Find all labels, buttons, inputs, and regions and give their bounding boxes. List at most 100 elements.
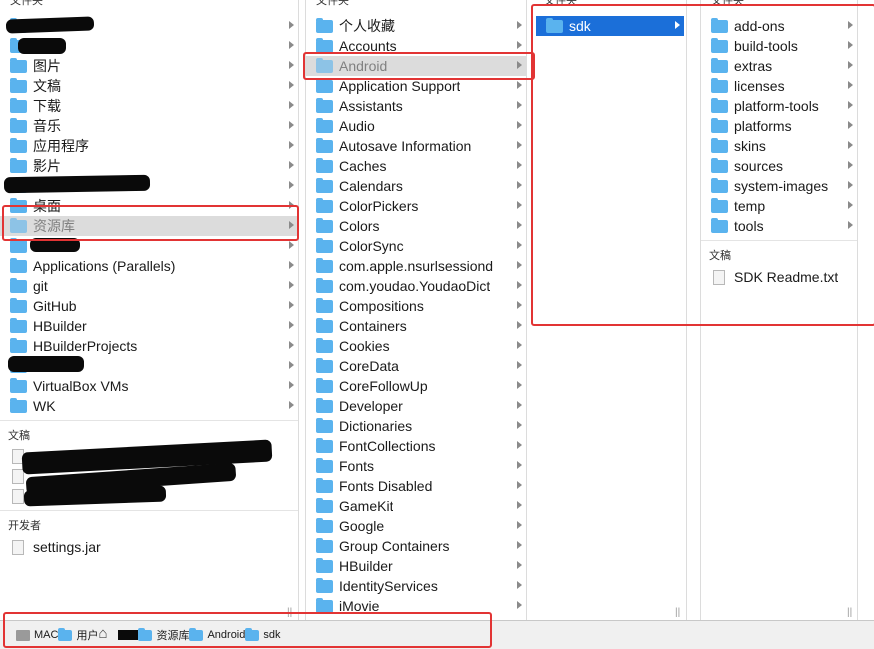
chevron-right-icon [517,301,522,309]
list-item[interactable]: licenses [701,76,857,96]
list-item[interactable]: ColorSync [306,236,526,256]
list-item[interactable]: Dictionaries [306,416,526,436]
folder-icon [10,197,27,213]
list-item[interactable]: Fonts Disabled [306,476,526,496]
folder-icon [711,217,728,233]
folder-icon [711,117,728,133]
list-item[interactable]: sources [701,156,857,176]
list-item[interactable]: system-images [701,176,857,196]
list-item[interactable]: 图片 [0,56,298,76]
column-library[interactable]: 文件夹 个人收藏 Accounts Android Application Suppo… [305,0,527,620]
resize-handle[interactable]: || [675,607,680,618]
list-item-label: HBuilderProjects [33,338,138,354]
list-item[interactable]: Audio [306,116,526,136]
list-item-label: Developer [339,398,403,414]
breadcrumb-item[interactable] [98,625,139,642]
list-item[interactable]: Fonts [306,456,526,476]
list-item-label: CoreData [339,358,399,374]
chevron-right-icon [289,21,294,29]
chevron-right-icon [517,561,522,569]
list-item[interactable]: 个人收藏 [306,16,526,36]
folder-icon [10,57,27,73]
list-item[interactable]: temp [701,196,857,216]
list-item[interactable]: Applications (Parallels) [0,256,298,276]
list-item[interactable]: Assistants [306,96,526,116]
list-item-selected[interactable]: Android [306,56,526,76]
list-item[interactable]: Group Containers [306,536,526,556]
breadcrumb-item[interactable]: 资源库 [138,627,189,643]
list-item[interactable]: 音乐 [0,116,298,136]
list-item[interactable]: git [0,276,298,296]
list-item[interactable]: GameKit [306,496,526,516]
chevron-right-icon [517,381,522,389]
list-item[interactable]: Developer [306,396,526,416]
column-home[interactable]: 文件夹 图片 文稿 下载 音乐 应用程序 影片 桌面 资源库 Applicati… [0,0,299,620]
list-item[interactable]: com.youdao.YoudaoDict [306,276,526,296]
list-item[interactable]: HBuilder [0,316,298,336]
breadcrumb-item[interactable]: Android [189,627,246,641]
folder-icon [10,97,27,113]
list-item[interactable]: Containers [306,316,526,336]
list-item-selected[interactable]: 资源库 [0,216,298,236]
list-item-label: licenses [734,78,785,94]
breadcrumb-label: Android [207,629,246,641]
chevron-right-icon [517,401,522,409]
list-item[interactable]: GitHub [0,296,298,316]
list-item[interactable]: 影片 [0,156,298,176]
folder-icon [316,157,333,173]
list-item-label: 应用程序 [33,138,89,154]
column-header: 文件夹 [711,0,744,7]
list-item[interactable]: skins [701,136,857,156]
list-item[interactable]: 文稿 [0,76,298,96]
list-item[interactable]: platform-tools [701,96,857,116]
list-item[interactable]: WK [0,396,298,416]
list-item-label: Compositions [339,298,424,314]
list-item-label: iMovie [339,598,380,614]
file-item[interactable]: SDK Readme.txt [701,267,857,287]
list-item[interactable]: Autosave Information [306,136,526,156]
list-item-label: Assistants [339,98,403,114]
list-item[interactable]: 应用程序 [0,136,298,156]
list-item[interactable]: platforms [701,116,857,136]
list-item[interactable]: build-tools [701,36,857,56]
list-item[interactable]: tools [701,216,857,236]
list-item[interactable]: HBuilderProjects [0,336,298,356]
list-item[interactable]: Caches [306,156,526,176]
chevron-right-icon [517,41,522,49]
list-item[interactable]: ColorPickers [306,196,526,216]
breadcrumb-label: 资源库 [156,630,190,642]
list-item[interactable]: Calendars [306,176,526,196]
breadcrumb-item[interactable]: MAC [16,629,58,641]
list-item-selected[interactable]: sdk [536,16,684,36]
chevron-right-icon [517,81,522,89]
breadcrumb-item[interactable]: sdk [245,627,281,641]
list-item[interactable]: Compositions [306,296,526,316]
list-item[interactable]: Application Support [306,76,526,96]
column-sdk[interactable]: 文件夹 add-ons build-tools extras licenses plat… [700,0,858,620]
list-item[interactable]: CoreData [306,356,526,376]
resize-handle[interactable]: || [847,607,852,618]
resize-handle[interactable]: || [287,607,292,618]
list-item[interactable]: Colors [306,216,526,236]
chevron-right-icon [289,141,294,149]
breadcrumb-item[interactable]: 用户 [58,627,98,643]
folder-icon [316,477,333,493]
list-item[interactable]: 下载 [0,96,298,116]
column-android[interactable]: 文件夹 sdk || [534,0,687,620]
list-item[interactable]: FontCollections [306,436,526,456]
list-item-label: add-ons [734,18,785,34]
list-item[interactable]: HBuilder [306,556,526,576]
list-item[interactable]: com.apple.nsurlsessiond [306,256,526,276]
list-item[interactable]: CoreFollowUp [306,376,526,396]
list-item[interactable]: Google [306,516,526,536]
list-item[interactable]: IdentityServices [306,576,526,596]
list-item[interactable]: add-ons [701,16,857,36]
list-item[interactable]: iMovie [306,596,526,616]
list-item[interactable]: Accounts [306,36,526,56]
list-item[interactable]: VirtualBox VMs [0,376,298,396]
list-item[interactable]: Cookies [306,336,526,356]
list-item[interactable]: 桌面 [0,196,298,216]
list-item[interactable]: extras [701,56,857,76]
file-item[interactable]: settings.jar [0,537,298,557]
document-icon [12,488,24,504]
